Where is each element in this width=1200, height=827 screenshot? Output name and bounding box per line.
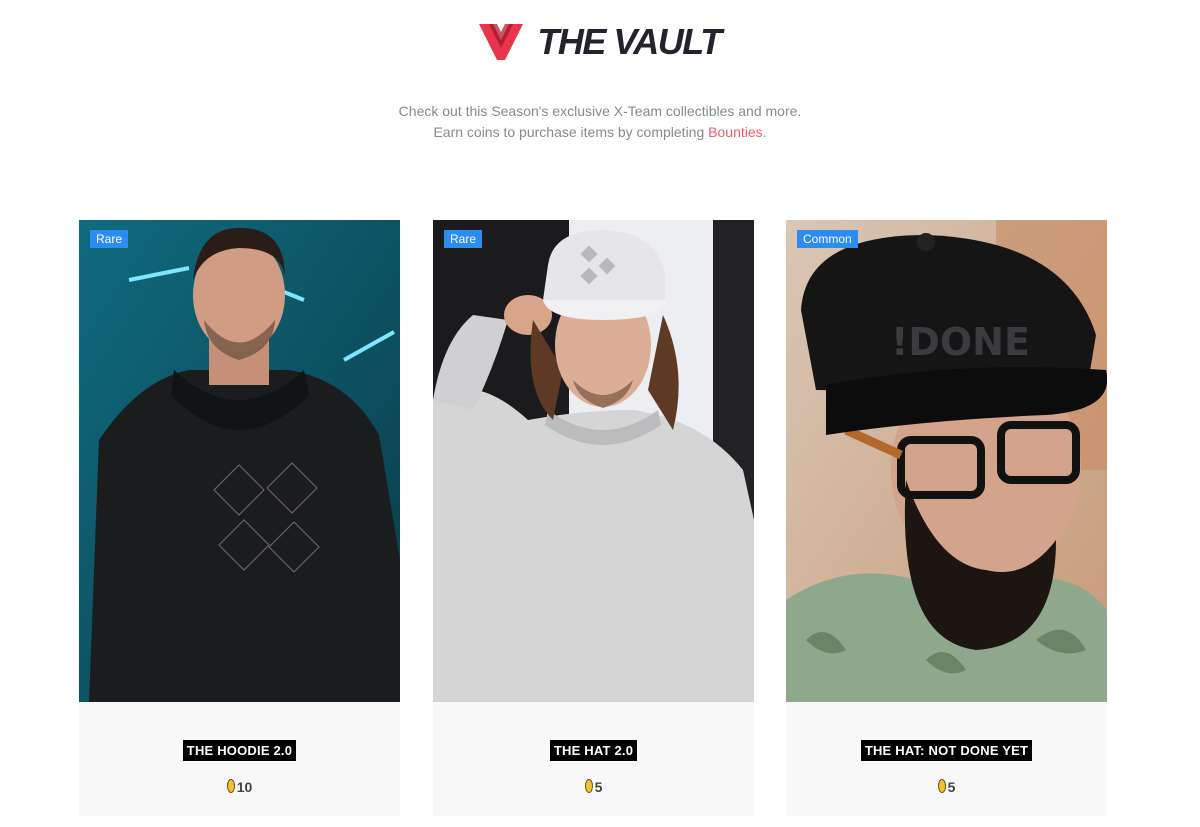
product-price: 5 <box>786 777 1107 795</box>
rarity-badge: Rare <box>90 230 129 248</box>
intro-line-1: Check out this Season's exclusive X-Team… <box>398 103 802 119</box>
page-title: THE VAULT <box>537 21 722 62</box>
product-image[interactable]: !DONE <box>786 220 1107 702</box>
coin-icon <box>584 779 593 793</box>
intro-text: Check out this Season's exclusive X-Team… <box>0 101 1200 143</box>
product-card[interactable]: Rare THE HOODIE 2.0 10 <box>79 220 400 816</box>
product-name-wrap: THE HAT 2.0 <box>433 740 754 761</box>
svg-text:!DONE: !DONE <box>891 320 1030 364</box>
product-grid: Rare THE HOODIE 2.0 10 Rare THE HAT 2.0 … <box>79 220 1107 816</box>
x-team-logo-icon[interactable] <box>479 22 524 62</box>
price-value: 5 <box>947 779 956 795</box>
rarity-badge: Common <box>797 230 858 248</box>
product-name-wrap: THE HAT: NOT DONE YET <box>786 740 1107 761</box>
product-card[interactable]: Rare THE HAT 2.0 5 <box>433 220 754 816</box>
product-name[interactable]: THE HOODIE 2.0 <box>182 740 297 761</box>
product-price: 10 <box>79 777 400 795</box>
intro-line-2-prefix: Earn coins to purchase items by completi… <box>433 124 709 140</box>
page-header: THE VAULT <box>0 22 1200 62</box>
product-price: 5 <box>433 777 754 795</box>
product-image[interactable] <box>433 220 754 702</box>
coin-icon <box>226 779 235 793</box>
bounties-link[interactable]: Bounties <box>708 124 762 140</box>
product-card[interactable]: !DONE Common THE HAT: NOT DONE YET 5 <box>786 220 1107 816</box>
coin-icon <box>937 779 946 793</box>
price-value: 10 <box>236 779 253 795</box>
intro-line-2: Earn coins to purchase items by completi… <box>0 122 1200 143</box>
product-name-wrap: THE HOODIE 2.0 <box>79 740 400 761</box>
intro-line-2-suffix: . <box>762 124 767 140</box>
product-image[interactable] <box>79 220 400 702</box>
product-name[interactable]: THE HAT 2.0 <box>549 740 638 761</box>
price-value: 5 <box>594 779 603 795</box>
product-name[interactable]: THE HAT: NOT DONE YET <box>860 740 1033 761</box>
rarity-badge: Rare <box>444 230 483 248</box>
